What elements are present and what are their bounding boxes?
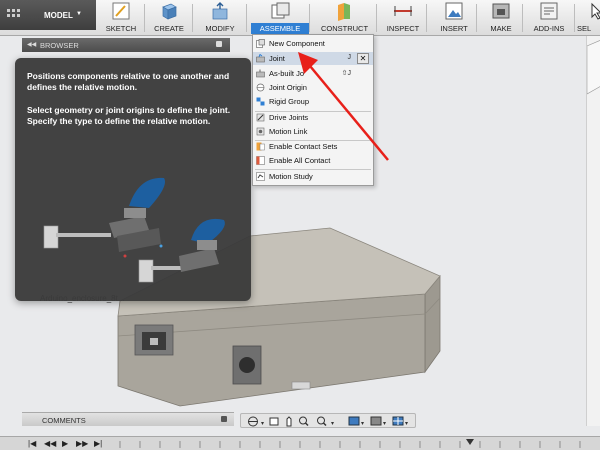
addins-menu[interactable]: ADD-INS	[524, 0, 575, 36]
go-to-start-icon[interactable]: |◀	[28, 439, 36, 448]
joint-tooltip: Positions components relative to one ano…	[15, 58, 251, 301]
press-pull-icon	[212, 2, 228, 20]
zoom-icon[interactable]	[299, 416, 309, 427]
scripts-icon	[540, 2, 558, 20]
pin-icon[interactable]	[216, 41, 222, 47]
look-at-icon[interactable]	[269, 417, 279, 426]
new-component-icon	[271, 2, 290, 19]
make-menu-label: MAKE	[490, 24, 512, 33]
display-settings-icon[interactable]	[348, 416, 360, 426]
data-panel-icon[interactable]	[5, 6, 23, 24]
viewcube[interactable]	[586, 36, 600, 106]
3d-print-icon	[492, 3, 510, 19]
select-menu[interactable]: SEL	[577, 0, 600, 36]
main-toolbar: MODEL ▼ SKETCH CREATE MODIFY ASSEMBLE CO…	[0, 0, 600, 36]
tooltip-instructions: Select geometry or joint origins to defi…	[27, 105, 231, 126]
view-panel-edge	[586, 36, 600, 426]
grid-settings-icon[interactable]	[370, 416, 382, 426]
play-icon[interactable]: ▶	[62, 439, 68, 448]
annotation-arrow	[298, 52, 389, 161]
create-menu-label: CREATE	[154, 24, 184, 33]
motion-study-icon	[256, 172, 265, 181]
menu-item-label: Joint	[269, 54, 285, 63]
step-forward-icon[interactable]: ▶▶	[76, 439, 88, 448]
insert-menu-label: INSERT	[440, 24, 468, 33]
joint-origin-icon	[256, 83, 265, 92]
assemble-menu[interactable]: ASSEMBLE	[251, 0, 310, 36]
contact-sets-icon	[256, 142, 265, 151]
tooltip-description: Positions components relative to one ano…	[27, 71, 230, 92]
modify-menu-label: MODIFY	[205, 24, 235, 33]
svg-text:▾: ▾	[261, 421, 264, 427]
chevron-down-icon: ▼	[76, 11, 82, 17]
modify-menu[interactable]: MODIFY	[194, 0, 247, 36]
sketch-menu[interactable]: SKETCH	[98, 0, 145, 36]
orbit-icon[interactable]	[248, 416, 258, 427]
viewports-icon[interactable]	[392, 416, 404, 426]
collapse-icon[interactable]: ◀◀	[27, 41, 36, 48]
step-back-icon[interactable]: ◀◀	[44, 439, 56, 448]
measure-icon	[394, 6, 412, 16]
motion-link-icon	[256, 127, 265, 136]
navigation-bar: ▾ ▾ ▾ ▾ ▾	[240, 413, 416, 428]
sketch-menu-label: SKETCH	[105, 24, 137, 33]
browser-panel-header[interactable]: ◀◀ BROWSER	[22, 38, 230, 52]
select-menu-label: SEL	[577, 24, 592, 33]
menu-item-label: Motion Study	[269, 172, 313, 181]
svg-text:▾: ▾	[405, 421, 408, 427]
insert-image-icon	[445, 2, 463, 20]
inspect-menu[interactable]: INSPECT	[380, 0, 427, 36]
offset-plane-icon	[337, 3, 350, 21]
zoom-window-icon[interactable]	[317, 416, 327, 427]
make-menu[interactable]: MAKE	[480, 0, 523, 36]
extrude-icon	[162, 3, 177, 20]
create-menu[interactable]: CREATE	[146, 0, 193, 36]
insert-menu[interactable]: INSERT	[432, 0, 477, 36]
workspace-label: MODEL	[44, 11, 73, 20]
assemble-menu-label: ASSEMBLE	[251, 23, 309, 34]
timeline-marker[interactable]	[466, 439, 474, 445]
svg-text:▾: ▾	[331, 421, 334, 427]
rigid-group-icon	[256, 97, 265, 106]
drive-joints-icon	[256, 113, 265, 122]
pan-icon[interactable]	[286, 416, 292, 427]
workspace-switcher[interactable]: MODEL ▼	[0, 0, 96, 30]
timeline-bar: |◀ ◀◀ ▶ ▶▶ ▶|	[0, 436, 600, 450]
construct-menu[interactable]: CONSTRUCT	[313, 0, 377, 36]
joint-icon	[256, 54, 265, 63]
pin-icon[interactable]	[221, 416, 227, 422]
joint-illustration	[43, 177, 225, 283]
svg-text:▾: ▾	[361, 421, 364, 427]
construct-menu-label: CONSTRUCT	[320, 24, 369, 33]
addins-menu-label: ADD-INS	[533, 24, 565, 33]
go-to-end-icon[interactable]: ▶|	[94, 439, 102, 448]
sketch-icon	[112, 2, 130, 20]
svg-text:▾: ▾	[383, 421, 386, 427]
all-contact-icon	[256, 156, 265, 165]
menu-item-motion-study[interactable]: Motion Study	[253, 170, 373, 183]
menu-item-label: New Component	[269, 39, 325, 48]
inspect-menu-label: INSPECT	[386, 24, 420, 33]
comments-title: COMMENTS	[42, 416, 86, 425]
as-built-joint-icon	[256, 69, 265, 78]
select-icon	[591, 2, 600, 20]
comments-panel-header[interactable]: COMMENTS	[22, 412, 234, 426]
browser-title: BROWSER	[40, 41, 79, 50]
timeline-track[interactable]	[110, 439, 590, 449]
new-component-icon	[256, 39, 265, 48]
